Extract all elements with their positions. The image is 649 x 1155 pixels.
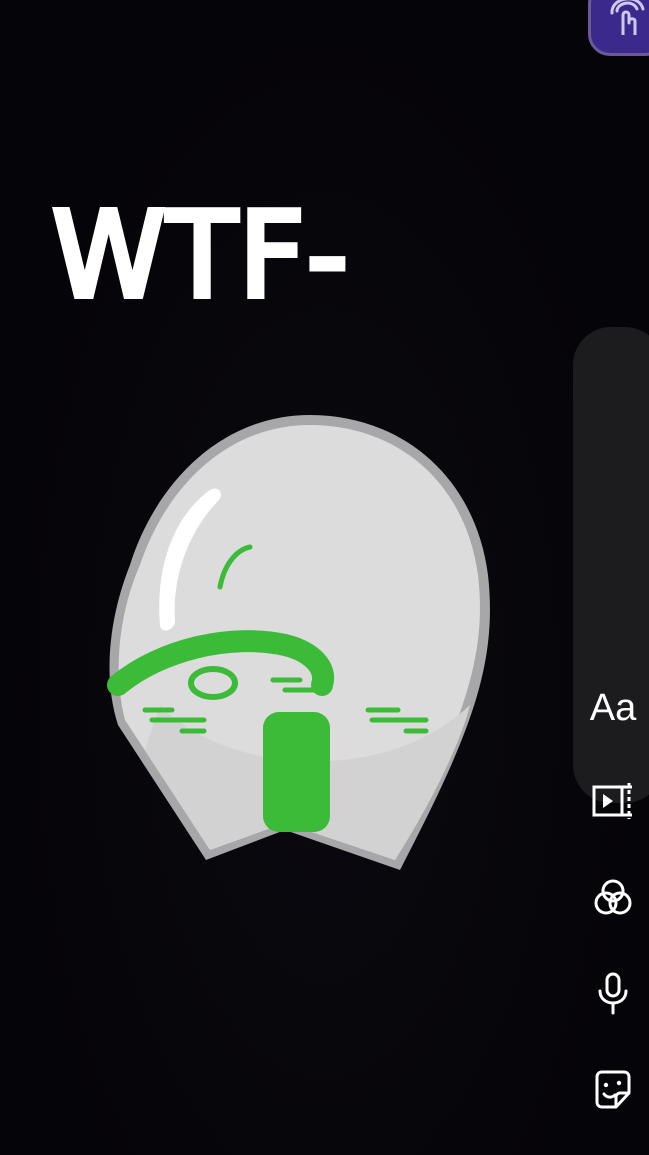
face-sticker[interactable] bbox=[100, 405, 500, 880]
filters-icon bbox=[594, 879, 632, 915]
filters-tool-button[interactable] bbox=[573, 867, 649, 927]
microphone-icon bbox=[598, 972, 628, 1015]
trim-video-icon bbox=[592, 783, 632, 819]
story-canvas[interactable]: WTF- Aa bbox=[0, 0, 649, 1155]
sticker-icon bbox=[595, 1070, 631, 1109]
sticker-graphic bbox=[107, 415, 490, 870]
tap-gesture-icon bbox=[610, 0, 645, 35]
tap-gesture-badge[interactable] bbox=[588, 0, 649, 56]
trim-tool-button[interactable] bbox=[573, 771, 649, 831]
editor-toolbar: Aa bbox=[573, 327, 649, 1109]
text-icon: Aa bbox=[589, 686, 637, 729]
text-tool-button[interactable]: Aa bbox=[573, 678, 649, 738]
voice-tool-button[interactable] bbox=[573, 963, 649, 1023]
sticker-tool-button[interactable] bbox=[573, 1060, 649, 1120]
caption-text[interactable]: WTF- bbox=[49, 193, 351, 317]
